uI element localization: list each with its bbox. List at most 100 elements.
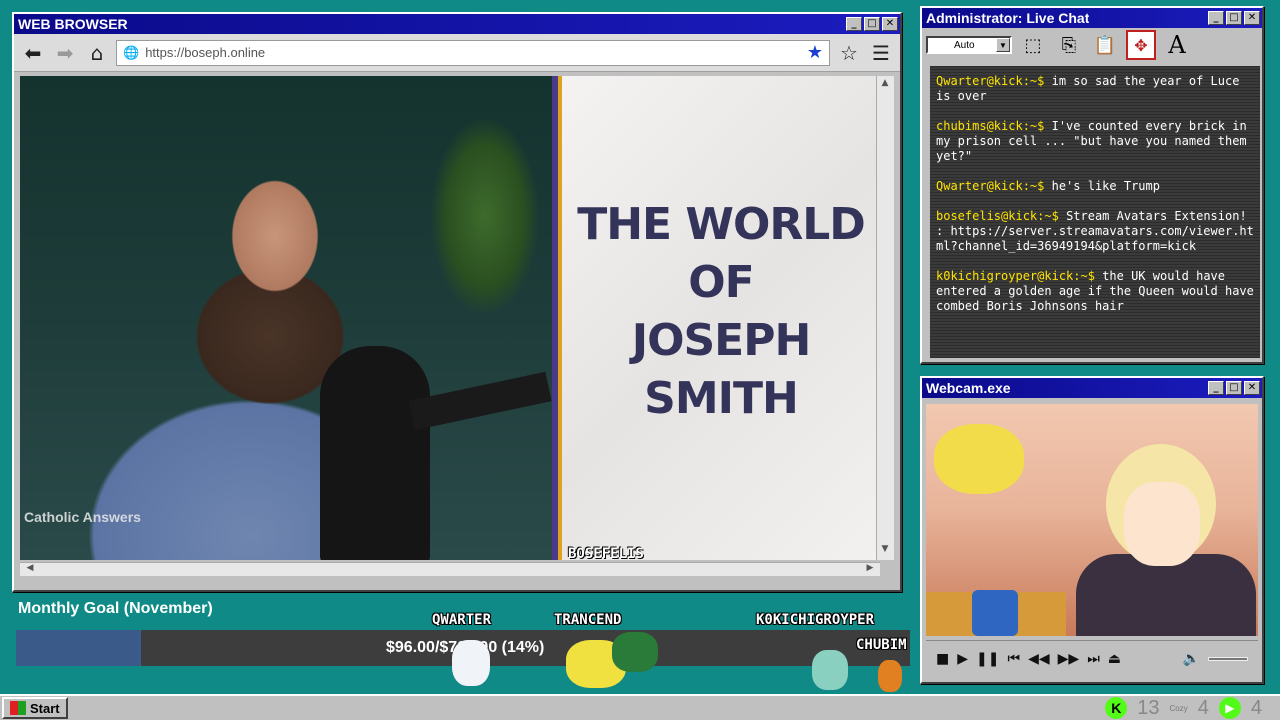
avatar-sprite-k0kichigroyper: [812, 650, 848, 690]
forward-icon[interactable]: ➡: [52, 40, 78, 66]
start-button[interactable]: Start: [2, 697, 68, 719]
menu-icon[interactable]: ☰: [868, 40, 894, 66]
back-icon[interactable]: ⬅: [20, 40, 46, 66]
scroll-left-icon[interactable]: ◀: [22, 563, 38, 577]
select-tool-icon[interactable]: ⬚: [1018, 30, 1048, 60]
browser-navbar: ⬅ ➡ ⌂ 🌐 https://boseph.online ★ ☆ ☰: [14, 34, 900, 72]
catholic-answers-watermark: Catholic Answers: [24, 509, 141, 525]
slide-title-line: JOSEPH SMITH: [631, 315, 812, 424]
slide-title-line: THE WORLD: [577, 199, 866, 250]
chat-text: he's like Trump: [1051, 179, 1160, 193]
close-button[interactable]: ✕: [1244, 11, 1260, 25]
live-chat-window: Administrator: Live Chat _ □ ✕ Auto ▼ ⬚ …: [920, 6, 1264, 364]
media-controls: ■ ▶ ❚❚ ⏮ ◀◀ ▶▶ ⏭ ⏏ 🔈: [926, 640, 1258, 676]
browser-titlebar[interactable]: WEB BROWSER _ □ ✕: [14, 14, 900, 34]
copy-icon[interactable]: ⎘: [1054, 30, 1084, 60]
chat-username: chubims@kick:~$: [936, 119, 1045, 133]
goal-progress-fill: [16, 630, 142, 666]
play-stat-icon[interactable]: ▶: [1218, 697, 1241, 719]
chat-log[interactable]: Qwarter@kick:~$ im so sad the year of Lu…: [930, 66, 1260, 358]
video-slide: THE WORLD OF JOSEPH SMITH: [562, 76, 880, 560]
volume-slider[interactable]: [1208, 656, 1248, 661]
minimize-button[interactable]: _: [1208, 381, 1224, 395]
viewer-count: 4: [1197, 696, 1209, 719]
rewind-icon[interactable]: ◀◀: [1028, 651, 1050, 667]
minimize-button[interactable]: _: [846, 17, 862, 31]
chat-message: Qwarter@kick:~$ he's like Trump: [936, 179, 1254, 194]
address-bar[interactable]: 🌐 https://boseph.online ★: [116, 39, 830, 66]
browser-window: WEB BROWSER _ □ ✕ ⬅ ➡ ⌂ 🌐 https://boseph…: [12, 12, 902, 592]
video-divider: [552, 76, 562, 560]
chat-username: Qwarter@kick:~$: [936, 74, 1045, 88]
avatar-name-k0kichigroyper: K0KICHIGROYPER: [756, 612, 875, 628]
browser-title: WEB BROWSER: [18, 16, 128, 32]
url-text: https://boseph.online: [145, 45, 266, 60]
kick-icon[interactable]: K: [1105, 697, 1128, 719]
maximize-button[interactable]: □: [1226, 381, 1242, 395]
fast-forward-icon[interactable]: ▶▶: [1058, 651, 1080, 667]
horizontal-scrollbar[interactable]: ◀ ▶: [20, 562, 880, 576]
microphone-image: [320, 346, 430, 560]
avatar-sprite-trancend-rider: [612, 632, 658, 672]
goal-title: Monthly Goal (November): [18, 600, 213, 617]
scroll-right-icon[interactable]: ▶: [862, 563, 878, 577]
start-label: Start: [30, 700, 60, 716]
size-select-value: Auto: [954, 39, 975, 51]
slide-title-line: OF: [688, 257, 754, 308]
avatar-face-image: [1124, 482, 1200, 566]
avatar-name-qwarter: QWARTER: [432, 612, 492, 628]
maximize-button[interactable]: □: [1226, 11, 1242, 25]
chat-message: k0kichigroyper@kick:~$ the UK would have…: [936, 269, 1254, 314]
stat-count: 4: [1250, 696, 1262, 719]
avatar-sprite-qwarter: [452, 640, 490, 686]
plant-image: [430, 116, 540, 316]
maximize-button[interactable]: □: [864, 17, 880, 31]
mic-arm-image: [408, 371, 552, 431]
system-tray: K 13 Cozy 4 ▶ 4: [1105, 697, 1278, 720]
font-icon[interactable]: A: [1162, 30, 1192, 60]
taskbar: Start K 13 Cozy 4 ▶ 4: [0, 694, 1280, 720]
slide-title: THE WORLD OF JOSEPH SMITH: [562, 196, 880, 428]
scroll-up-icon[interactable]: ▲: [877, 78, 893, 92]
stop-icon[interactable]: ■: [936, 651, 949, 667]
webcam-window: Webcam.exe _ □ ✕ ■ ▶ ❚❚ ⏮ ◀◀ ▶▶ ⏭ ⏏ 🔈: [920, 376, 1264, 684]
plush-image: [934, 424, 1024, 494]
webcam-feed: [926, 404, 1258, 636]
skip-back-icon[interactable]: ⏮: [1007, 651, 1020, 667]
paste-icon[interactable]: 📋: [1090, 30, 1120, 60]
skip-forward-icon[interactable]: ⏭: [1087, 651, 1100, 667]
pause-icon[interactable]: ❚❚: [976, 651, 999, 667]
follower-count: 13: [1137, 696, 1160, 719]
chat-message: Qwarter@kick:~$ im so sad the year of Lu…: [936, 74, 1254, 104]
size-select[interactable]: Auto ▼: [926, 36, 1012, 54]
chat-username: k0kichigroyper@kick:~$: [936, 269, 1095, 283]
move-icon[interactable]: ✥: [1126, 30, 1156, 60]
home-icon[interactable]: ⌂: [84, 40, 110, 66]
avatar-name-chubim: CHUBIM: [856, 637, 907, 653]
video-host-feed: Catholic Answers: [20, 76, 552, 560]
close-button[interactable]: ✕: [882, 17, 898, 31]
chat-username: bosefelis@kick:~$: [936, 209, 1059, 223]
cozy-icon[interactable]: Cozy: [1170, 704, 1188, 713]
bookmarked-star-icon[interactable]: ★: [807, 42, 823, 63]
avatar-name-trancend: TRANCEND: [554, 612, 622, 628]
webcam-titlebar[interactable]: Webcam.exe _ □ ✕: [922, 378, 1262, 398]
windows-logo-icon: [10, 701, 26, 715]
avatar-sprite-chubim: [878, 660, 902, 692]
eject-icon[interactable]: ⏏: [1108, 651, 1121, 667]
globe-icon: 🌐: [123, 44, 140, 60]
play-icon[interactable]: ▶: [957, 651, 968, 667]
mug-image: [972, 590, 1018, 636]
chat-titlebar[interactable]: Administrator: Live Chat _ □ ✕: [922, 8, 1262, 28]
video-viewport[interactable]: Catholic Answers THE WORLD OF JOSEPH SMI…: [20, 76, 880, 560]
minimize-button[interactable]: _: [1208, 11, 1224, 25]
chat-title: Administrator: Live Chat: [926, 10, 1090, 26]
vertical-scrollbar[interactable]: ▲ ▼: [876, 76, 894, 560]
close-button[interactable]: ✕: [1244, 381, 1260, 395]
chevron-down-icon[interactable]: ▼: [996, 38, 1010, 52]
overlay-username: BOSEFELIS: [568, 546, 644, 560]
bookmark-star-icon[interactable]: ☆: [836, 40, 862, 66]
chat-message: bosefelis@kick:~$ Stream Avatars Extensi…: [936, 209, 1254, 254]
volume-icon[interactable]: 🔈: [1183, 651, 1200, 667]
scroll-down-icon[interactable]: ▼: [877, 544, 893, 558]
